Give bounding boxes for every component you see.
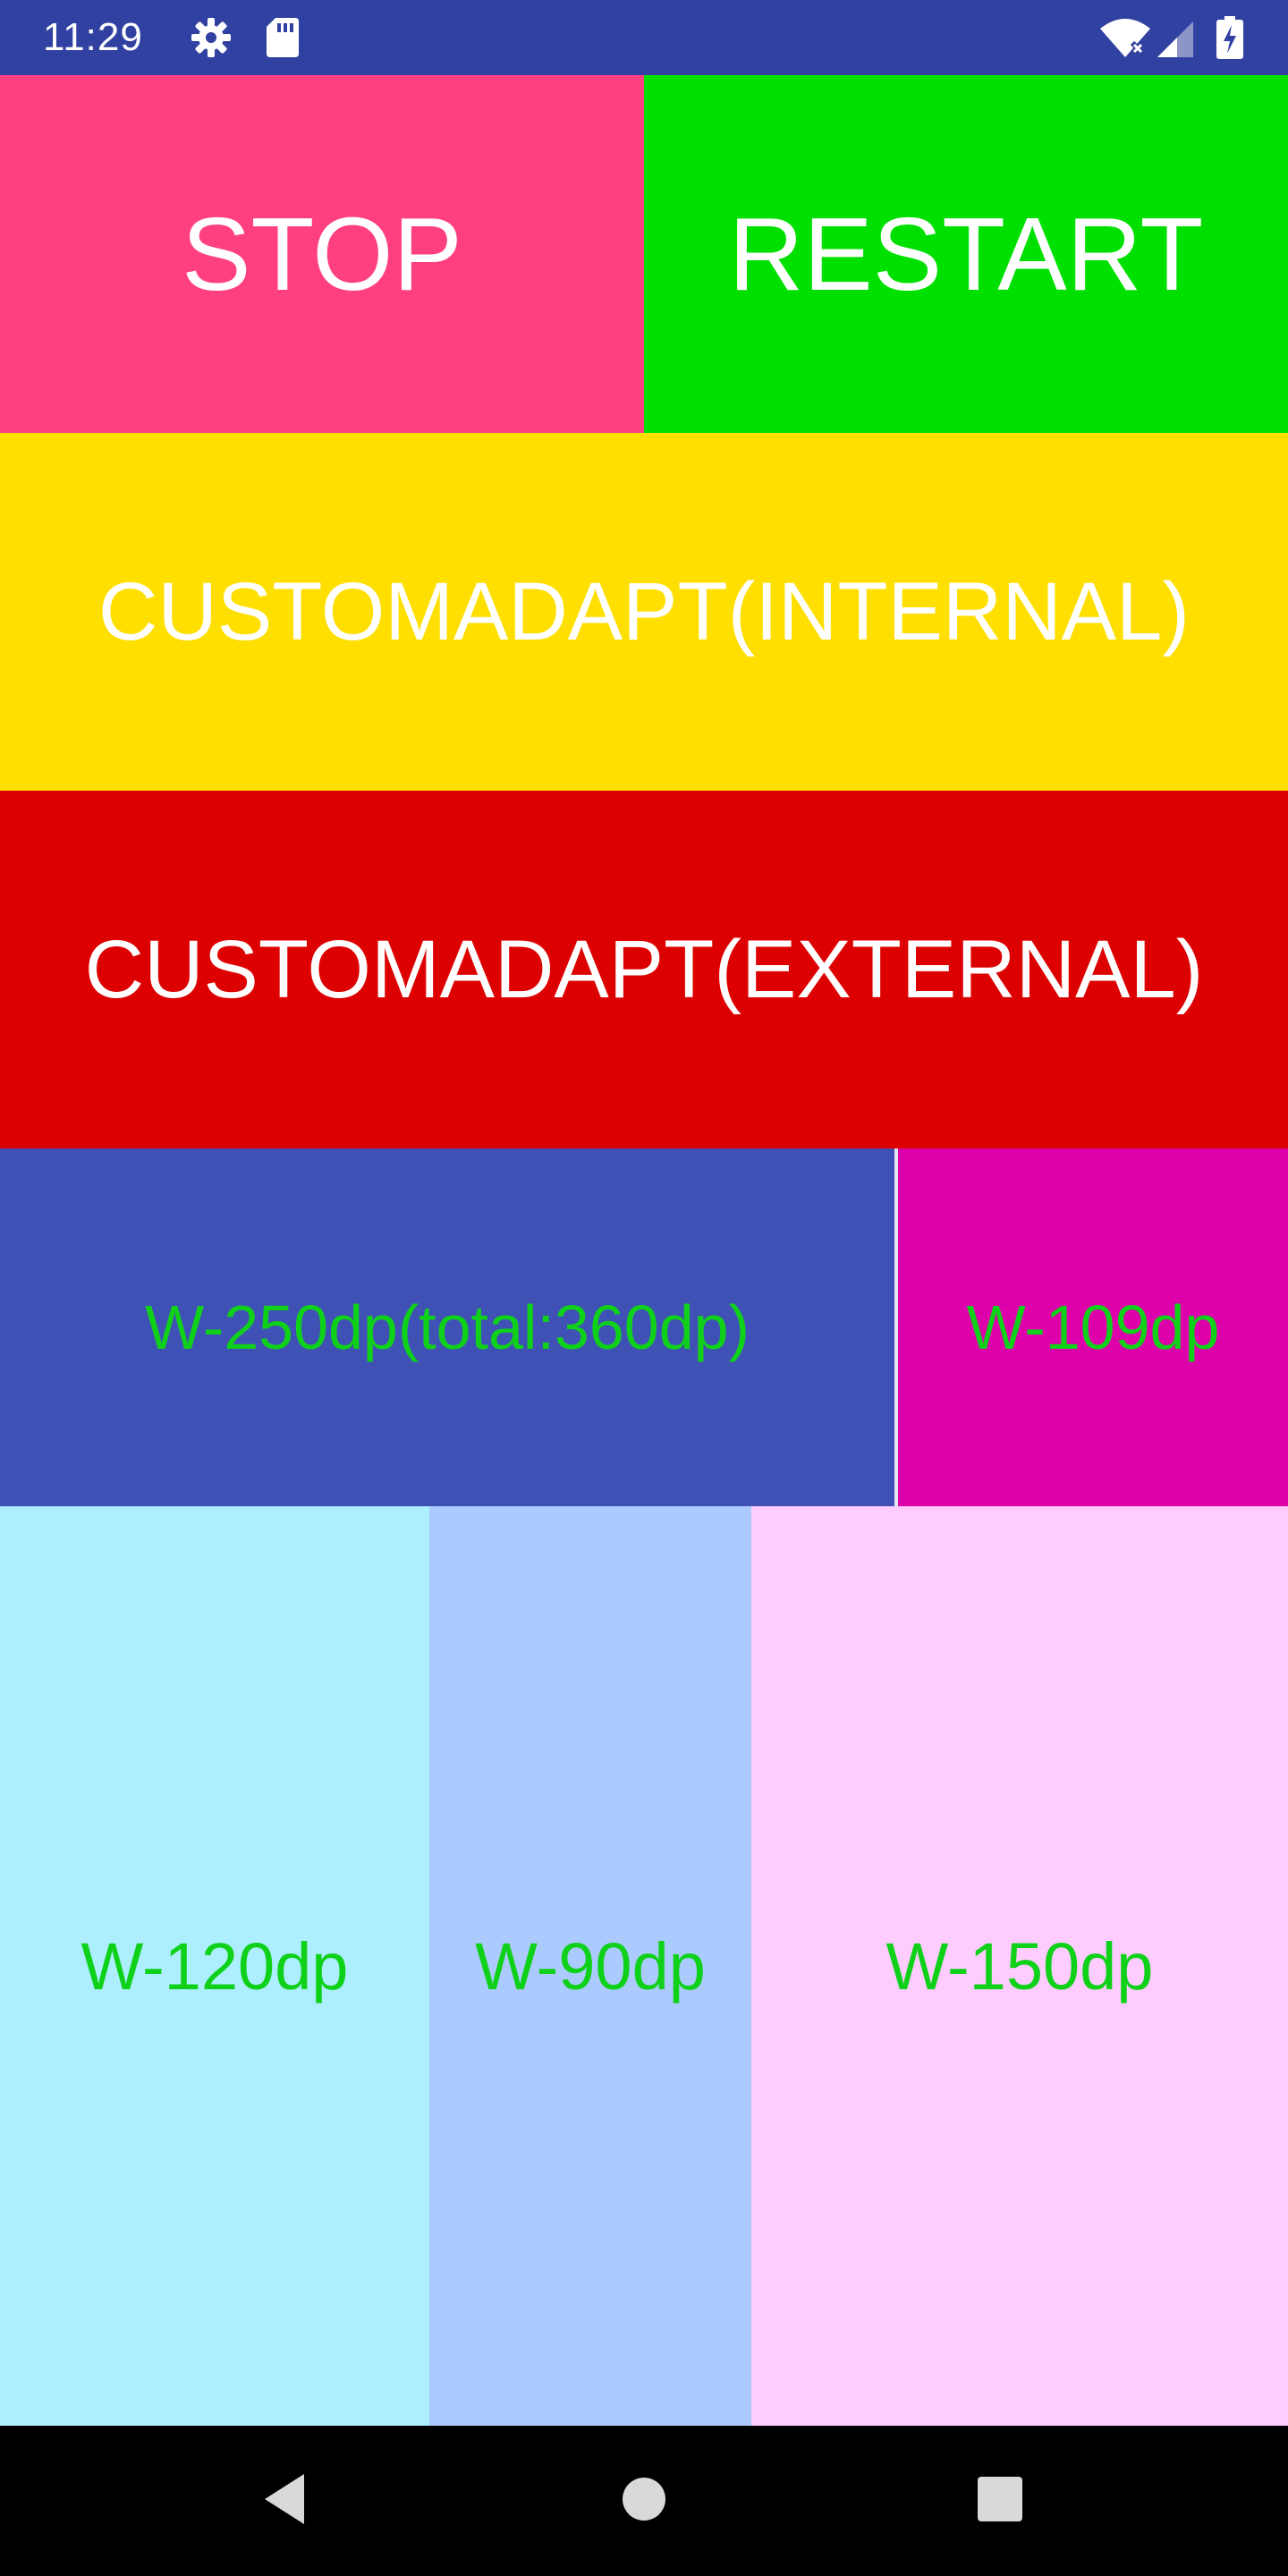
recents-icon — [977, 2476, 1023, 2527]
width-250dp-label: W-250dp(total:360dp) — [145, 1292, 750, 1362]
customadapt-external-button[interactable]: CUSTOMADAPT(EXTERNAL) — [0, 791, 1288, 1148]
battery-charging-icon — [1216, 16, 1243, 64]
width-90dp-label: W-90dp — [475, 1928, 706, 2004]
customadapt-internal-label: CUSTOMADAPT(INTERNAL) — [98, 565, 1190, 657]
width-109dp-label: W-109dp — [966, 1292, 1220, 1362]
width-109dp-block: W-109dp — [898, 1148, 1288, 1506]
width-120dp-block: W-120dp — [0, 1506, 429, 2426]
status-bar: 11:29 — [0, 0, 1288, 75]
stop-button-label: STOP — [182, 196, 462, 312]
back-icon — [259, 2470, 309, 2532]
gear-icon — [190, 16, 233, 64]
width-150dp-block: W-150dp — [751, 1506, 1288, 2426]
wifi-icon — [1098, 16, 1152, 64]
restart-button-label: RESTART — [728, 196, 1204, 312]
home-button[interactable] — [555, 2426, 733, 2576]
width-120dp-label: W-120dp — [80, 1928, 349, 2004]
restart-button[interactable]: RESTART — [644, 75, 1288, 433]
width-150dp-label: W-150dp — [886, 1928, 1154, 2004]
back-button[interactable] — [195, 2426, 374, 2576]
width-90dp-block: W-90dp — [429, 1506, 751, 2426]
stop-button[interactable]: STOP — [0, 75, 644, 433]
signal-icon — [1156, 16, 1195, 64]
sd-card-icon — [265, 16, 301, 64]
width-250dp-block: W-250dp(total:360dp) — [0, 1148, 894, 1506]
navigation-bar — [0, 2426, 1288, 2576]
recents-button[interactable] — [911, 2426, 1089, 2576]
customadapt-internal-button[interactable]: CUSTOMADAPT(INTERNAL) — [0, 433, 1288, 791]
home-icon — [621, 2476, 667, 2527]
customadapt-external-label: CUSTOMADAPT(EXTERNAL) — [84, 923, 1204, 1015]
status-time: 11:29 — [43, 15, 143, 59]
